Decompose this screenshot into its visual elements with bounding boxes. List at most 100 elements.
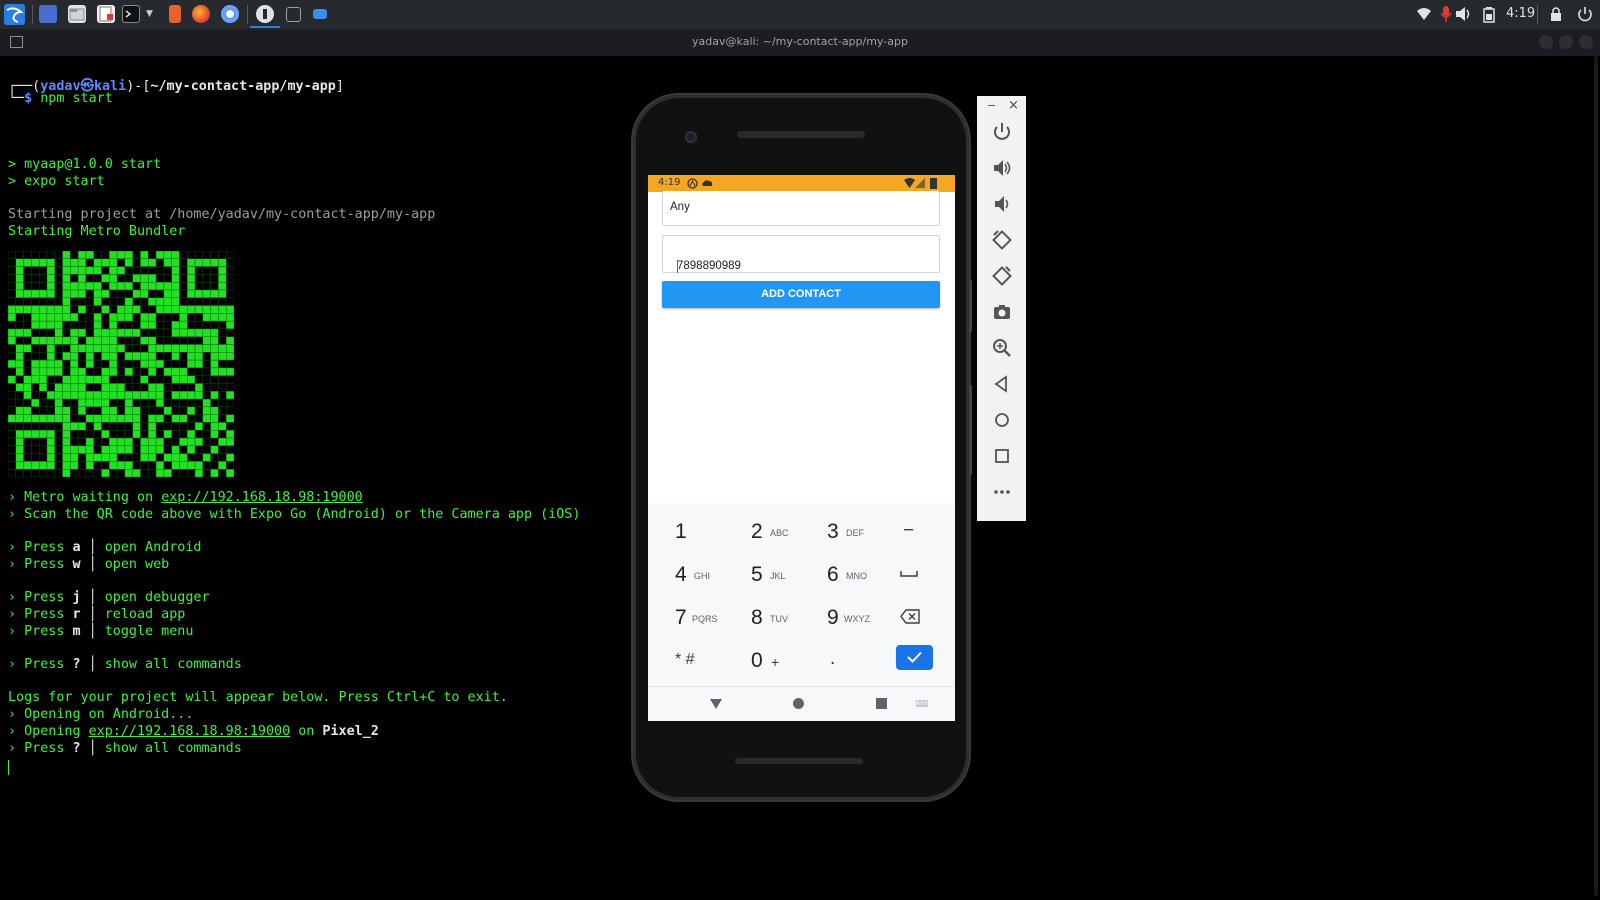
volume-icon[interactable]	[1455, 6, 1473, 26]
qr-code	[8, 251, 234, 477]
terminal-scrollbar[interactable]	[1592, 56, 1600, 900]
panel-clock[interactable]: 4:19	[1506, 6, 1535, 21]
opening-url-link[interactable]: exp://192.168.18.98:19000	[89, 724, 291, 739]
power-icon[interactable]	[1577, 6, 1593, 26]
key-hint-line: › Press r │ reload app	[8, 607, 186, 622]
keyboard-switch-icon[interactable]	[916, 700, 928, 708]
key-hint-line: › Press ? │ show all commands	[8, 657, 242, 672]
android-nav-bar	[648, 686, 955, 721]
firefox-icon[interactable]	[192, 5, 210, 23]
key-5[interactable]: 5 JKL	[724, 552, 800, 595]
key-hint-line: › Press ? │ show all commands	[8, 741, 242, 756]
text-caret	[677, 260, 678, 273]
zoom-icon[interactable]	[991, 337, 1013, 359]
key-0[interactable]: 0 +	[724, 638, 800, 681]
terminal-cursor	[8, 760, 9, 775]
microphone-icon[interactable]	[1440, 5, 1452, 27]
output-line: › Scan the QR code above with Expo Go (A…	[8, 507, 581, 522]
home-icon[interactable]	[991, 409, 1013, 431]
rotate-left-icon[interactable]	[991, 229, 1013, 251]
text-editor-icon[interactable]	[97, 5, 115, 23]
emulator-close-button[interactable]: ×	[1008, 98, 1019, 113]
terminal-icon[interactable]	[122, 5, 140, 23]
expo-icon[interactable]	[256, 5, 274, 23]
key-7[interactable]: 7 PQRS	[648, 595, 724, 638]
back-icon[interactable]	[991, 373, 1013, 395]
chevron-down-icon[interactable]: ▼	[146, 9, 153, 19]
file-manager-icon[interactable]	[68, 5, 86, 23]
check-icon	[907, 651, 922, 663]
output-line: > myaap@1.0.0 start	[8, 157, 162, 172]
earpiece	[737, 131, 865, 138]
key-hint-line: › Press a │ open Android	[8, 540, 202, 555]
emulator-minimize-button[interactable]: −	[987, 99, 996, 112]
nav-recents-icon[interactable]	[876, 698, 887, 709]
phone-number-field[interactable]: 7898890989	[662, 235, 940, 273]
numeric-keyboard: 1 2 ABC 3 DEF − 4 GHI 5 JKL 6 MNO 7 PQRS 8 TUV …	[648, 503, 955, 686]
volume-up-icon[interactable]	[991, 157, 1013, 179]
key-9[interactable]: 9 WXYZ	[800, 595, 876, 638]
minimize-button[interactable]	[1539, 35, 1553, 49]
done-key[interactable]	[896, 645, 933, 670]
key-3[interactable]: 3 DEF	[800, 509, 876, 552]
notification-icon	[687, 178, 698, 189]
folder-icon[interactable]	[313, 9, 327, 19]
key-space[interactable]	[876, 552, 952, 595]
panel-separator	[247, 5, 248, 24]
output-line: Starting project at /home/yadav/my-conta…	[8, 207, 436, 222]
key-hint-line: › Press j │ open debugger	[8, 590, 210, 605]
output-line: › Opening on Android...	[8, 707, 194, 722]
output-line: > expo start	[8, 174, 105, 189]
wifi-icon	[904, 178, 915, 188]
top-panel: ▼ 4:19	[0, 0, 1600, 29]
kali-menu-icon[interactable]	[4, 4, 25, 25]
volume-down-icon[interactable]	[991, 193, 1013, 215]
signal-icon	[915, 178, 925, 188]
power-icon[interactable]	[991, 121, 1013, 143]
device-screen[interactable]: 4:19 Any 7898890989 ADD CONTACT 1 2 ABC 3…	[648, 175, 955, 721]
metro-url-link[interactable]: exp://192.168.18.98:19000	[161, 490, 363, 505]
key-minus[interactable]: −	[876, 509, 952, 552]
close-button[interactable]	[1579, 35, 1593, 49]
add-contact-button[interactable]: ADD CONTACT	[662, 281, 940, 308]
key-backspace[interactable]	[876, 595, 952, 638]
output-line: Logs for your project will appear below.…	[8, 690, 508, 705]
lock-icon[interactable]	[1550, 6, 1562, 26]
camera-icon[interactable]	[991, 301, 1013, 323]
key-4[interactable]: 4 GHI	[648, 552, 724, 595]
name-field[interactable]: Any	[662, 191, 940, 226]
metro-line: › Metro waiting on exp://192.168.18.98:1…	[8, 490, 363, 505]
volume-key[interactable]	[969, 385, 972, 475]
status-time: 4:19	[658, 177, 681, 188]
burp-icon[interactable]	[169, 5, 181, 23]
power-key[interactable]	[969, 280, 972, 332]
terminal-titlebar: yadav@kali: ~/my-contact-app/my-app	[0, 29, 1600, 56]
more-icon[interactable]	[991, 481, 1013, 503]
key-2[interactable]: 2 ABC	[724, 509, 800, 552]
key-period[interactable]: .	[800, 638, 876, 681]
phone-battery-icon	[930, 178, 937, 189]
rotate-right-icon[interactable]	[991, 265, 1013, 287]
network-icon[interactable]	[1416, 6, 1432, 26]
window-title: yadav@kali: ~/my-contact-app/my-app	[692, 35, 908, 48]
key-1[interactable]: 1	[648, 509, 724, 552]
front-camera	[685, 131, 697, 143]
bottom-speaker	[735, 758, 863, 764]
terminal-window-icon[interactable]	[286, 7, 301, 22]
cloud-icon	[702, 180, 713, 186]
opening-line: › Opening exp://192.168.18.98:19000 on P…	[8, 724, 379, 739]
maximize-button[interactable]	[1559, 35, 1573, 49]
chromium-icon[interactable]	[221, 5, 239, 23]
space-icon	[900, 571, 918, 577]
key-6[interactable]: 6 MNO	[800, 552, 876, 595]
nav-home-icon[interactable]	[793, 698, 804, 709]
key-8[interactable]: 8 TUV	[724, 595, 800, 638]
workspace-icon[interactable]	[39, 5, 57, 23]
nav-back-icon[interactable]	[710, 699, 722, 709]
key-star-hash[interactable]: * #	[648, 638, 724, 681]
panel-separator	[1537, 5, 1538, 24]
key-hint-line: › Press m │ toggle menu	[8, 624, 194, 639]
command-line: └─$ npm start	[8, 91, 113, 106]
overview-icon[interactable]	[991, 445, 1013, 467]
battery-icon[interactable]	[1483, 7, 1495, 27]
